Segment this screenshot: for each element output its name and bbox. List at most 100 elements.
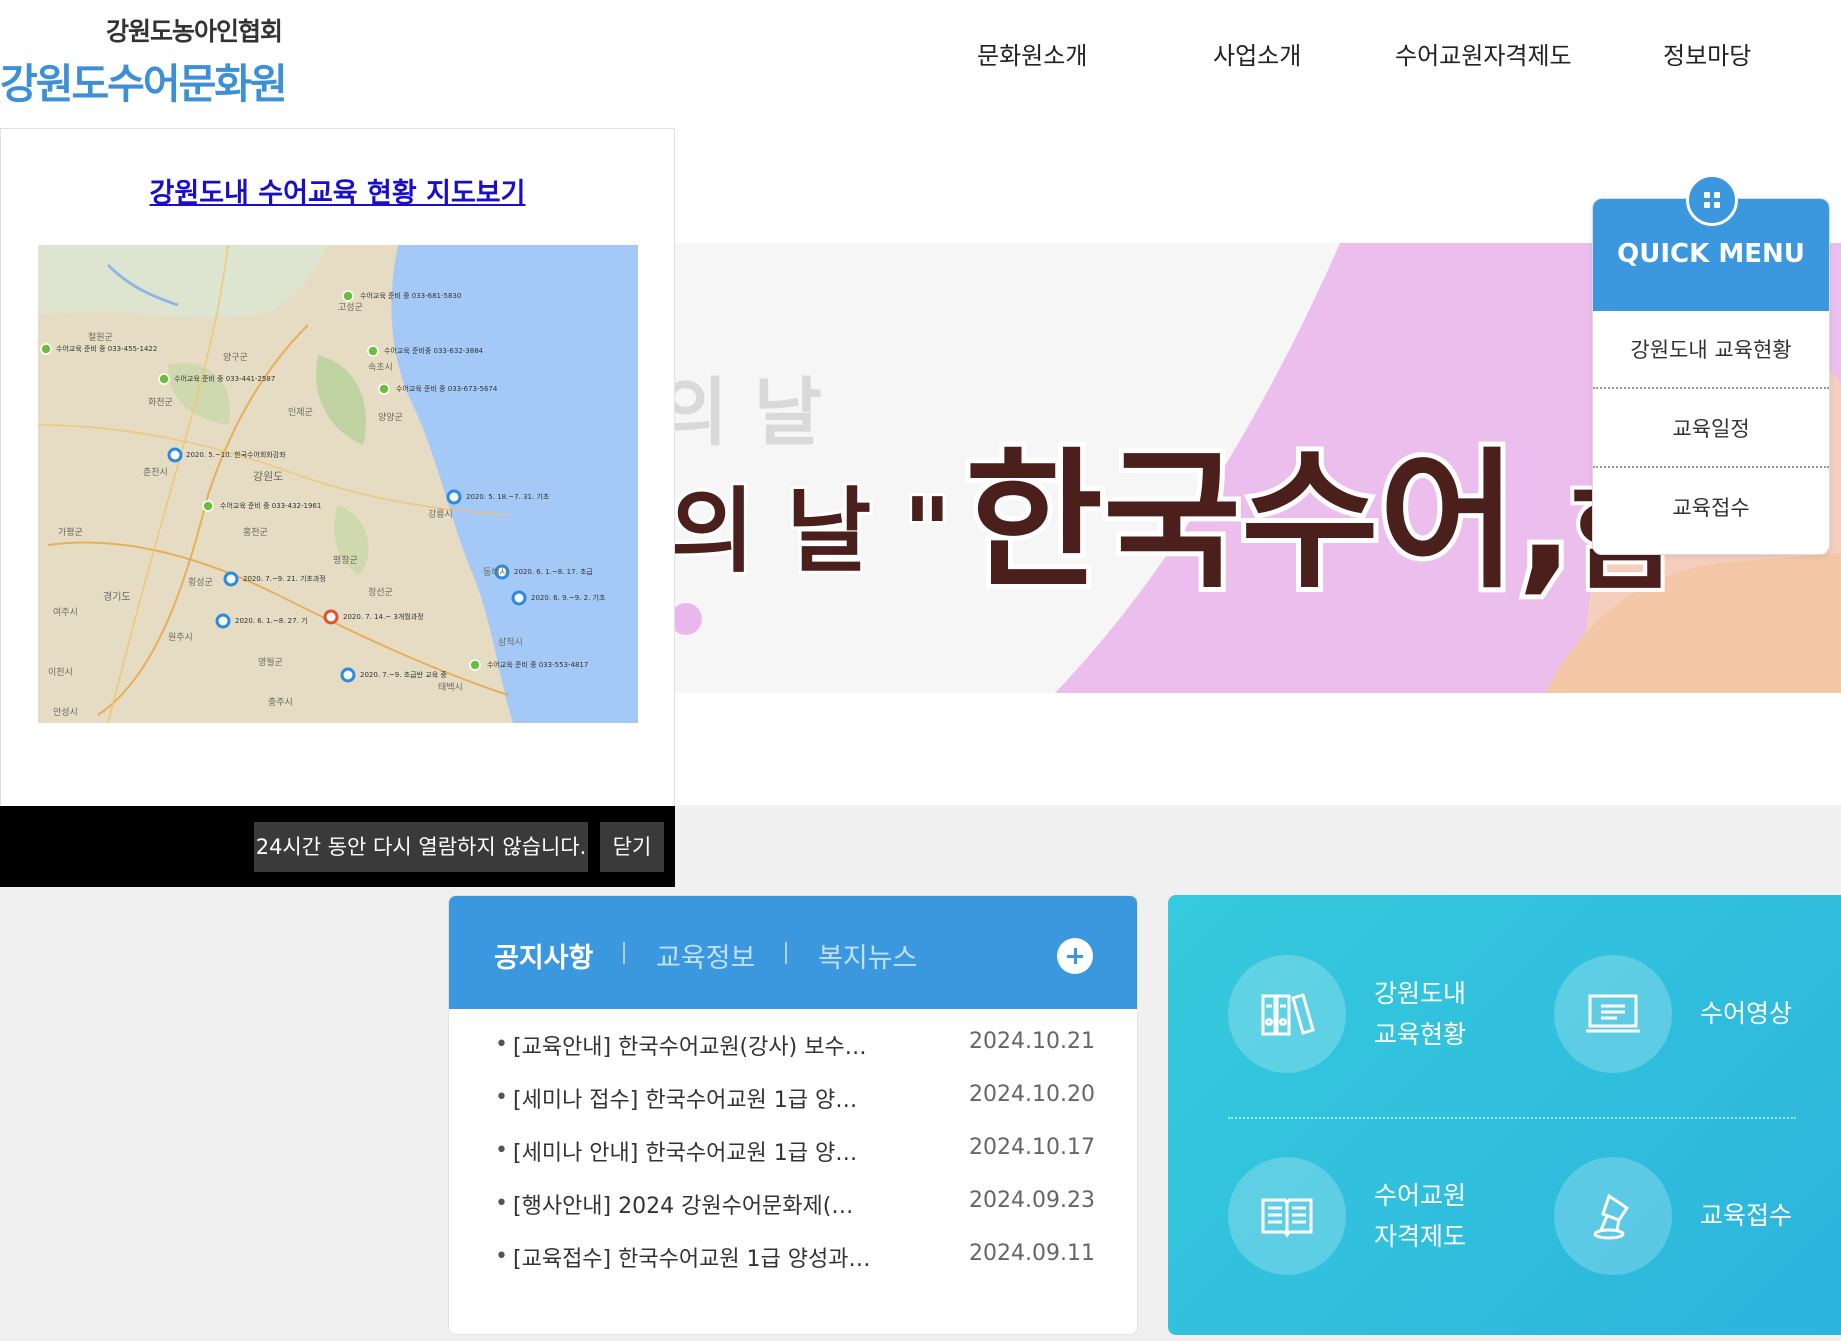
map-region-label: 가평군 [58,527,83,538]
tab-divider [623,942,625,964]
map-region-label: 고성군 [338,302,363,313]
map-region-label: 강원도 [253,470,283,483]
banner-line1: 의 날 [660,370,822,456]
list-item[interactable]: • [세미나 안내] 한국수어교원 1급 양… 2024.10.17 [495,1135,1095,1188]
map-region-label: 춘천시 [143,467,168,478]
bullet-icon: • [495,1085,508,1110]
nav-item-business[interactable]: 사업소개 [1213,36,1301,70]
quick-link-education-status[interactable]: 강원도내 교육현황 [1228,955,1488,1073]
map-label: 수어교육 준비 중 033-681-5830 [360,291,461,300]
notice-title[interactable]: [행사안내] 2024 강원수어문화제(… [513,1188,853,1220]
quick-links-divider [1228,1117,1796,1119]
notice-date: 2024.10.17 [969,1135,1095,1160]
quick-link-label: 교육접수 [1700,1201,1793,1230]
map-region-label: 안성시 [53,707,78,718]
map-label: 수어교육 준비 중 033-432-1961 [220,501,321,510]
quick-menu: QUICK MENU 강원도내 교육현황 교육일정 교육접수 [1592,174,1830,555]
map-region-label: 철원군 [88,332,113,343]
notice-title[interactable]: [세미나 안내] 한국수어교원 1급 양… [513,1135,857,1167]
quick-menu-item-schedule[interactable]: 교육일정 [1593,390,1829,468]
quick-link-registration[interactable]: 교육접수 [1554,1157,1814,1275]
list-item[interactable]: • [교육접수] 한국수어교원 1급 양성과… 2024.09.11 [495,1241,1095,1294]
quick-link-line2: 자격제도 [1374,1222,1467,1251]
popup-map-link[interactable]: 강원도내 수어교육 현황 지도보기 [1,171,674,210]
quick-menu-box: QUICK MENU 강원도내 교육현황 교육일정 교육접수 [1592,198,1830,555]
banner-headline: 한국수어, [965,435,1574,609]
tab-education-info[interactable]: 교육정보 [656,936,755,975]
pen-icon [1554,1157,1672,1275]
notice-title[interactable]: [교육접수] 한국수어교원 1급 양성과… [513,1241,871,1273]
notice-date: 2024.10.21 [969,1029,1095,1054]
notice-tabs: 공지사항 교육정보 복지뉴스 [449,896,1137,1009]
plus-icon[interactable] [1057,938,1093,974]
map-region-label: 경기도 [103,590,131,603]
notice-date: 2024.09.23 [969,1188,1095,1213]
popup-footer: 24시간 동안 다시 열람하지 않습니다. 닫기 [0,806,675,887]
map-region-label: 삼척시 [498,637,523,648]
map-label: 수어교육 준비 중 033-455-1422 [56,344,157,353]
education-map-popup: 강원도내 수어교육 현황 지도보기 수어교육 준비 중 033-681-5830… [0,128,675,887]
bullet-icon: • [495,1191,508,1216]
quick-link-sign-video[interactable]: 수어영상 [1554,955,1814,1073]
map-label: 2020. 7.~9. 21. 기초과정 [243,574,326,583]
bullet-icon: • [495,1244,508,1269]
map-label: 2020. 5.~10. 한국수어회화강좌 [186,450,286,459]
grid-dots-icon [1686,174,1738,226]
nav-item-about[interactable]: 문화원소개 [977,36,1087,70]
quick-link-line2: 교육현황 [1374,1020,1467,1049]
map-region-label: 충주시 [268,697,293,708]
list-item[interactable]: • [세미나 접수] 한국수어교원 1급 양… 2024.10.20 [495,1082,1095,1135]
banner-line2-prefix: 의 날 " [670,478,951,585]
map-region-label: 태백시 [438,682,463,693]
notice-board: 공지사항 교육정보 복지뉴스 • [교육안내] 한국수어교원(강사) 보수… 2… [448,895,1138,1335]
dont-show-24h-button[interactable]: 24시간 동안 다시 열람하지 않습니다. [254,822,588,872]
map-region-label: 인제군 [288,407,313,418]
nav-item-info[interactable]: 정보마당 [1663,36,1751,70]
map-region-label: 원주시 [168,632,193,643]
quick-link-line1: 강원도내 [1374,979,1467,1008]
site-logo[interactable]: 강원도수어문화원 [0,50,288,110]
notice-title[interactable]: [세미나 접수] 한국수어교원 1급 양… [513,1082,857,1114]
quick-link-label: 강원도내 교육현황 [1374,973,1466,1055]
map-region-label: 이천시 [48,667,73,678]
map-label: 2020. 7.~9. 초급반 교육 중 [360,670,447,679]
quick-link-line1: 수어교원 [1374,1181,1467,1210]
tab-divider [785,942,787,964]
map-label: 2020. 6. 9.~9. 2. 기초 [531,593,606,602]
map-label: 2020. 6. 1.~8. 17. 초급 [514,568,593,576]
bullet-icon: • [495,1032,508,1057]
map-region-label: 속초시 [368,362,393,373]
map-label: 2020. 5. 18.~7. 31. 기초 [466,492,550,501]
gangwon-map-image[interactable]: 수어교육 준비 중 033-681-5830 수어교육 준비 중 033-455… [38,245,638,723]
notice-date: 2024.10.20 [969,1082,1095,1107]
map-region-label: 평창군 [333,555,358,566]
bullet-icon: • [495,1138,508,1163]
map-region-label: 동해시 [483,567,508,578]
tab-notice[interactable]: 공지사항 [494,936,593,975]
binders-icon [1228,955,1346,1073]
quick-menu-item-education-status[interactable]: 강원도내 교육현황 [1593,311,1829,389]
monitor-icon [1554,955,1672,1073]
map-region-label: 양양군 [378,412,403,423]
map-region-label: 횡성군 [188,576,213,588]
book-icon [1228,1157,1346,1275]
close-popup-button[interactable]: 닫기 [600,822,664,872]
map-label: 2020. 7. 14.~ 3개월과정 [343,612,424,621]
map-region-label: 정선군 [368,587,393,598]
quick-menu-item-registration[interactable]: 교육접수 [1593,469,1829,547]
list-item[interactable]: • [교육안내] 한국수어교원(강사) 보수… 2024.10.21 [495,1029,1095,1082]
org-name[interactable]: 강원도농아인협회 [106,12,283,48]
map-label: 수어교육 준비 중 033-553-4817 [487,660,588,669]
map-label: 수어교육 준비중 033-632-3884 [384,346,484,355]
tab-welfare-news[interactable]: 복지뉴스 [818,936,917,975]
notice-list: • [교육안내] 한국수어교원(강사) 보수… 2024.10.21 • [세미… [495,1029,1095,1294]
notice-title[interactable]: [교육안내] 한국수어교원(강사) 보수… [513,1029,867,1061]
map-region-label: 양구군 [223,352,248,363]
nav-item-certification[interactable]: 수어교원자격제도 [1395,36,1572,70]
quick-links-panel: 강원도내 교육현황 수어영상 수어교원 자격제도 교육접수 [1168,895,1841,1335]
map-region-label: 화천군 [148,397,173,408]
quick-menu-title: QUICK MENU [1617,239,1805,269]
quick-link-certification[interactable]: 수어교원 자격제도 [1228,1157,1488,1275]
list-item[interactable]: • [행사안내] 2024 강원수어문화제(… 2024.09.23 [495,1188,1095,1241]
quick-link-label: 수어영상 [1700,999,1793,1028]
